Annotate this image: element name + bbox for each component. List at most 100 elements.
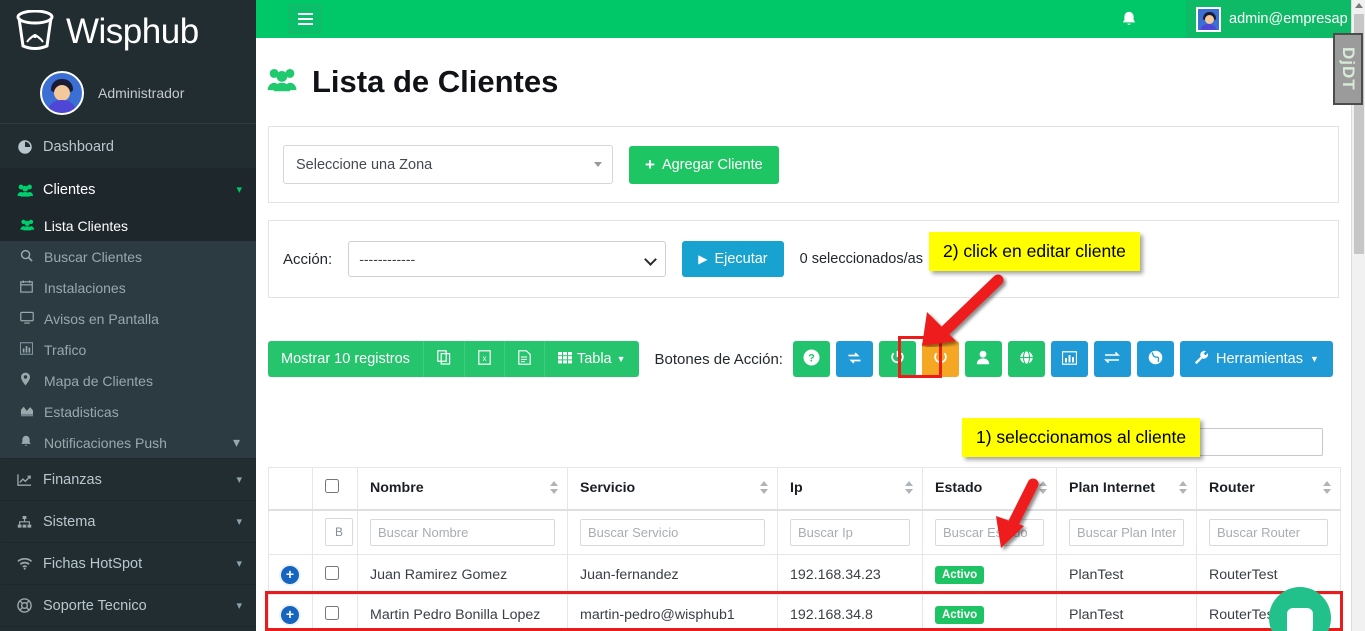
- wrench-icon: [1194, 350, 1209, 369]
- filter-router-input[interactable]: [1209, 518, 1328, 546]
- sort-icon[interactable]: [905, 481, 913, 494]
- accion-select[interactable]: ------------: [348, 241, 667, 277]
- sidebar-item-dashboard[interactable]: Dashboard: [0, 126, 256, 168]
- datatable-buttons: Mostrar 10 registros x Tabla ▼: [268, 341, 639, 377]
- world-button[interactable]: [1136, 341, 1174, 377]
- users-group-icon: [20, 218, 44, 234]
- col-estado[interactable]: Estado: [922, 467, 1057, 511]
- sort-icon[interactable]: [1039, 481, 1047, 494]
- sidebar-item-label: Estadisticas: [44, 403, 119, 420]
- filter-estado-input[interactable]: [935, 518, 1044, 546]
- sort-icon[interactable]: [1179, 481, 1187, 494]
- user-panel-name: Administrador: [98, 84, 185, 101]
- chevron-down-icon: ▾: [236, 184, 242, 196]
- transfer-button[interactable]: [1093, 341, 1131, 377]
- django-debug-toolbar-handle[interactable]: DjDT: [1333, 33, 1363, 105]
- calendar-icon: [20, 280, 44, 296]
- table-filter-row: B: [268, 509, 1341, 555]
- select-all-checkbox[interactable]: [325, 479, 339, 494]
- col-ip[interactable]: Ip: [777, 467, 923, 511]
- sidebar-item-avisos-en-pantalla[interactable]: Avisos en Pantalla: [0, 303, 256, 334]
- scroll-up-arrow-icon[interactable]: [1355, 3, 1363, 8]
- sidebar-item-sistema[interactable]: Sistema ▾: [0, 500, 256, 542]
- sidebar-item-label: Lista Clientes: [44, 217, 129, 234]
- bell-icon[interactable]: [1101, 0, 1156, 38]
- col-servicio[interactable]: Servicio: [567, 467, 778, 511]
- filter-nombre-input[interactable]: [370, 518, 555, 546]
- hamburger-icon[interactable]: [288, 4, 322, 34]
- cell-plan: PlanTest: [1056, 594, 1197, 631]
- annotation-step2: 2) click en editar cliente: [929, 232, 1140, 271]
- grid-icon: [557, 351, 572, 368]
- sidebar-item-instalaciones[interactable]: Instalaciones: [0, 272, 256, 303]
- table-row[interactable]: + Martin Pedro Bonilla Lopez martin-pedr…: [268, 594, 1341, 631]
- sidebar-item-mapa-de-clientes[interactable]: Mapa de Clientes: [0, 365, 256, 396]
- cell-estado: Activo: [922, 594, 1057, 631]
- table-label: Tabla: [576, 351, 612, 367]
- add-client-button[interactable]: + Agregar Cliente: [629, 145, 779, 184]
- row-checkbox[interactable]: [325, 565, 339, 580]
- sort-icon[interactable]: [1323, 481, 1331, 494]
- zone-select[interactable]: Seleccione una Zona: [283, 145, 613, 184]
- pdf-export-button[interactable]: [505, 341, 545, 377]
- zone-panel: Seleccione una Zona + Agregar Cliente: [268, 126, 1339, 203]
- sidebar-item-label: Soporte Tecnico: [43, 597, 147, 614]
- page-title-text: Lista de Clientes: [312, 64, 559, 99]
- sort-icon[interactable]: [550, 481, 558, 494]
- power-on-button[interactable]: [878, 341, 916, 377]
- sidebar-item-notificaciones-push[interactable]: Notificaciones Push ▾: [0, 427, 256, 458]
- plus-circle-icon[interactable]: +: [281, 605, 299, 624]
- row-checkbox[interactable]: [325, 605, 339, 620]
- user-panel[interactable]: Administrador: [0, 62, 256, 124]
- copy-button[interactable]: [424, 341, 465, 377]
- search-icon: [20, 249, 44, 265]
- filter-servicio-input[interactable]: [580, 518, 765, 546]
- filter-plan-input[interactable]: [1069, 518, 1184, 546]
- user-icon: [976, 350, 990, 368]
- action-buttons-label: Botones de Acción:: [654, 350, 783, 368]
- table-columns-button[interactable]: Tabla ▼: [545, 341, 639, 377]
- sidebar-item-extra[interactable]: [0, 626, 256, 631]
- help-button[interactable]: ?: [792, 341, 830, 377]
- sidebar-item-label: Avisos en Pantalla: [44, 310, 159, 327]
- power-off-button[interactable]: [921, 341, 959, 377]
- brand[interactable]: Wisphub: [0, 0, 256, 62]
- col-router[interactable]: Router: [1196, 467, 1341, 511]
- plus-circle-icon[interactable]: +: [281, 565, 299, 584]
- sidebar-item-trafico[interactable]: Trafico: [0, 334, 256, 365]
- sidebar-item-soporte-tecnico[interactable]: Soporte Tecnico ▾: [0, 584, 256, 626]
- tools-label: Herramientas: [1215, 351, 1303, 367]
- sidebar-item-fichas-hotspot[interactable]: Fichas HotSpot ▾: [0, 542, 256, 584]
- excel-export-button[interactable]: x: [465, 341, 505, 377]
- table-row[interactable]: + Juan Ramirez Gomez Juan-fernandez 192.…: [268, 554, 1341, 595]
- cell-estado: Activo: [922, 554, 1057, 595]
- tools-button[interactable]: Herramientas ▼: [1179, 341, 1333, 377]
- accion-label: Acción:: [283, 250, 333, 268]
- filter-nombre-cell: [357, 509, 568, 555]
- sidebar-item-buscar-clientes[interactable]: Buscar Clientes: [0, 241, 256, 272]
- col-nombre[interactable]: Nombre: [357, 467, 568, 511]
- refresh-button[interactable]: [835, 341, 873, 377]
- show-records-button[interactable]: Mostrar 10 registros: [268, 341, 424, 377]
- document-file-icon: [518, 349, 531, 369]
- col-plan-label: Plan Internet: [1069, 480, 1155, 497]
- col-plan-internet[interactable]: Plan Internet: [1056, 467, 1197, 511]
- filter-estado-cell: [922, 509, 1057, 555]
- zone-select-value: Seleccione una Zona: [296, 156, 433, 173]
- cell-ip: 192.168.34.23: [777, 554, 923, 595]
- execute-label: Ejecutar: [714, 251, 768, 267]
- sidebar-item-estadisticas[interactable]: Estadisticas: [0, 396, 256, 427]
- stats-button[interactable]: [1050, 341, 1088, 377]
- chevron-down-icon: ▾: [236, 474, 242, 486]
- globe-button[interactable]: [1007, 341, 1045, 377]
- main-content: Lista de Clientes Seleccione una Zona + …: [256, 38, 1351, 631]
- filter-ip-input[interactable]: [790, 518, 910, 546]
- filter-b-box[interactable]: B: [325, 518, 353, 547]
- sidebar-item-clientes[interactable]: Clientes ▾: [0, 168, 256, 210]
- sort-icon[interactable]: [760, 481, 768, 494]
- sidebar-item-finanzas[interactable]: Finanzas ▾: [0, 458, 256, 500]
- svg-text:?: ?: [808, 352, 815, 364]
- edit-client-button[interactable]: [964, 341, 1002, 377]
- execute-button[interactable]: ▶ Ejecutar: [682, 241, 784, 277]
- sidebar-item-lista-clientes[interactable]: Lista Clientes: [0, 210, 256, 241]
